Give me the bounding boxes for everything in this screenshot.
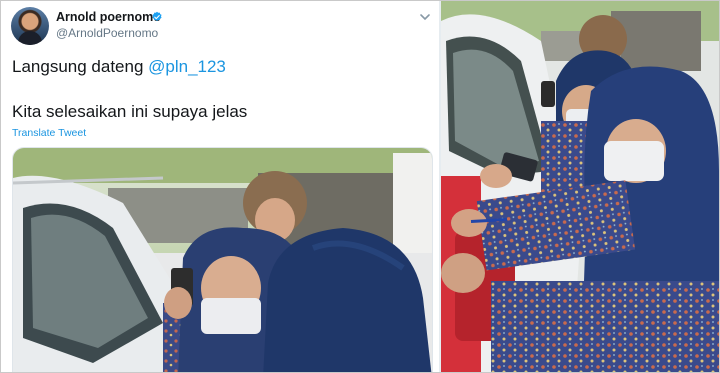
tweet-text: Langsung dateng xyxy=(12,57,149,76)
mention-link[interactable]: @pln_123 xyxy=(148,57,226,76)
tweet-text-line-2: Kita selesaikan ini supaya jelas xyxy=(12,102,248,121)
photo-women-at-car xyxy=(13,148,432,372)
translate-tweet-link[interactable]: Translate Tweet xyxy=(12,127,86,139)
author-handle[interactable]: @ArnoldPoernomo xyxy=(56,26,158,40)
avatar[interactable] xyxy=(11,7,49,45)
tweet-text-line-1: Langsung dateng @pln_123 xyxy=(12,57,226,77)
author-name[interactable]: Arnold poernomo xyxy=(56,10,161,24)
avatar-figure xyxy=(18,31,42,45)
photo-women-signing xyxy=(441,1,719,372)
second-photo xyxy=(441,1,719,372)
tweet-card: Arnold poernomo @ArnoldPoernomo Langsung… xyxy=(1,1,439,372)
chevron-down-icon[interactable] xyxy=(419,11,431,23)
verified-badge-icon xyxy=(152,11,162,21)
tweet-photo[interactable] xyxy=(12,147,433,372)
